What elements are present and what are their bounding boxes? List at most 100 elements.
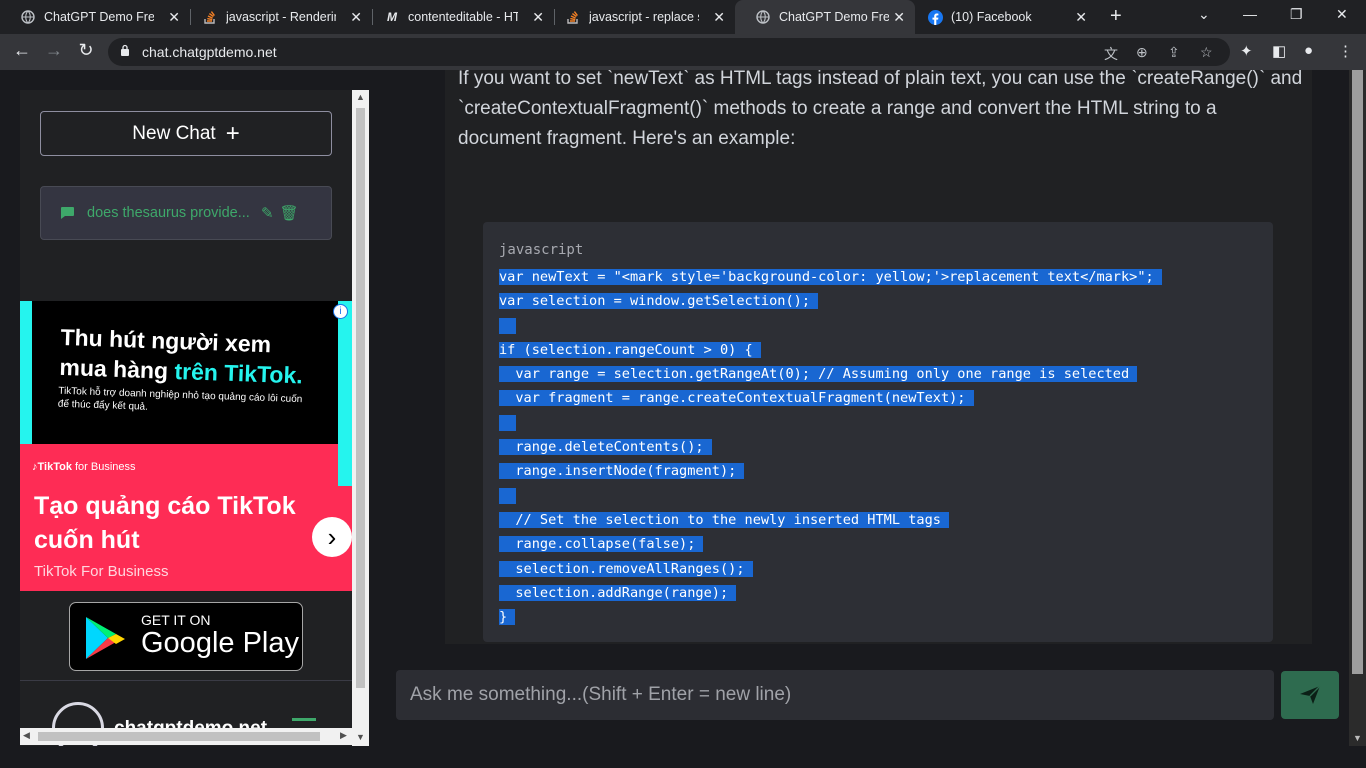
new-tab-button[interactable]: + [1110,5,1122,28]
message-text: If you want to set `newText` as HTML tag… [458,70,1303,149]
send-button[interactable] [1281,671,1339,719]
code-line: selection.addRange(range); [499,581,1162,605]
badge-line1: GET IT ON [141,612,211,628]
globe-icon [20,9,36,25]
ad-headline: Thu hút người xem mua hàng trên TikTok. [59,322,351,392]
back-arrow-icon[interactable]: ← [10,40,34,61]
code-line-text [499,317,517,334]
edit-pencil-icon[interactable]: ✎ [261,204,274,222]
code-line-text: range.insertNode(fragment); [499,463,745,480]
close-tab-icon[interactable]: ✕ [1075,9,1087,26]
globe-icon [755,9,771,25]
zoom-icon[interactable]: ⊕ [1136,44,1148,61]
tab-5[interactable]: (10) Facebook ✕ [907,0,1097,34]
code-language: javascript [499,242,584,258]
close-tab-icon[interactable]: ✕ [713,9,725,26]
scroll-down-arrow-icon[interactable]: ▼ [1353,733,1362,743]
code-line-text: var fragment = range.createContextualFra… [499,390,974,407]
badge-line2: Google Play [141,627,299,659]
close-tab-icon[interactable]: ✕ [168,9,180,26]
tab-3[interactable]: javascript - replace str ✕ [545,0,735,34]
ad-brand-name: TikTok [37,461,72,473]
tab-strip: ChatGPT Demo Free ✕ javascript - Renderi… [0,0,1366,34]
tab-1[interactable]: javascript - Rendering ✕ [182,0,372,34]
bookmark-star-icon[interactable]: ☆ [1200,44,1213,61]
divider [20,680,352,681]
tab-title: (10) Facebook [951,10,1032,24]
code-line-text [499,414,517,431]
address-bar[interactable]: chat.chatgptdemo.net 文 ⊕ ⇪ ☆ [108,38,1230,66]
code-line: } [499,605,1162,629]
code-line-text: range.collapse(false); [499,536,704,553]
code-line-text: var range = selection.getRangeAt(0); // … [499,366,1138,383]
close-tab-icon[interactable]: ✕ [532,9,544,26]
share-icon[interactable]: ⇪ [1168,44,1180,61]
ad-info-icon[interactable]: i [333,304,348,319]
scroll-left-arrow-icon[interactable]: ◀ [23,730,30,741]
extensions-puzzle-icon[interactable]: ✦ [1240,42,1253,60]
tiktok-ad-banner[interactable]: Thu hút người xem mua hàng trên TikTok. … [20,301,352,591]
code-line-text: selection.removeAllRanges(); [499,560,753,577]
paper-plane-icon [1300,685,1321,704]
code-line-text: } [499,609,516,626]
close-tab-icon[interactable]: ✕ [350,9,362,26]
google-play-badge[interactable]: GET IT ON Google Play [69,602,303,671]
side-panel-icon[interactable]: ◧ [1272,42,1286,60]
code-line-text: // Set the selection to the newly insert… [499,511,949,528]
tab-0[interactable]: ChatGPT Demo Free ✕ [0,0,190,34]
forward-arrow-icon[interactable]: → [42,40,66,61]
scroll-right-arrow-icon[interactable]: ▶ [340,730,347,741]
code-line-text: var selection = window.getSelection(); [499,293,818,310]
ad-big-text: Tạo quảng cáo TikTok cuốn hút [34,492,296,554]
minimize-icon[interactable]: — [1243,6,1257,22]
tab-title: contenteditable - HTM [408,10,518,24]
scrollbar-thumb[interactable] [38,732,320,741]
code-line: var selection = window.getSelection(); [499,289,1162,313]
scrollbar-thumb[interactable] [1352,70,1363,674]
page-scrollbar[interactable]: ▼ [1349,70,1366,746]
tab-title: javascript - replace str [589,10,699,24]
plus-icon: + [225,119,240,147]
facebook-icon [927,9,943,25]
sidebar-horizontal-scrollbar[interactable]: ◀ ▶ [20,728,352,745]
tab-4-active[interactable]: ChatGPT Demo Free ✕ [735,0,915,34]
translate-icon[interactable]: 文 [1104,44,1118,64]
new-chat-label: New Chat [132,122,216,144]
code-block: javascript var newText = "<mark style='b… [483,222,1273,642]
sidebar: New Chat + does thesaurus provide... ✎ 🗑… [20,90,352,746]
ad-cyan-stripe [20,301,32,444]
scroll-down-arrow-icon[interactable]: ▼ [356,732,365,742]
chat-input-box[interactable] [396,670,1274,720]
mdn-icon: M [387,10,397,24]
menu-kebab-icon[interactable]: ⋮ [1338,42,1353,60]
profile-icon[interactable]: ● [1304,42,1313,59]
assistant-message: If you want to set `newText` as HTML tag… [445,70,1312,644]
new-chat-button[interactable]: New Chat + [40,111,332,156]
sidebar-vertical-scrollbar[interactable]: ▲ ▼ [352,90,369,746]
code-line: // Set the selection to the newly insert… [499,508,1162,532]
browser-toolbar: ← → ↻ chat.chatgptdemo.net 文 ⊕ ⇪ ☆ ✦ ◧ ●… [0,34,1366,70]
restore-icon[interactable]: ❐ [1290,6,1303,23]
code-line [499,484,1162,508]
ad-next-arrow-icon[interactable]: › [312,517,352,557]
close-tab-icon[interactable]: ✕ [893,9,905,26]
hamburger-menu-icon[interactable] [292,718,316,721]
scroll-up-arrow-icon[interactable]: ▲ [356,92,365,102]
scrollbar-thumb[interactable] [356,108,365,688]
code-line [499,314,1162,338]
code-line: var range = selection.getRangeAt(0); // … [499,362,1162,386]
code-line: var fragment = range.createContextualFra… [499,386,1162,410]
chat-bubble-icon [61,207,74,219]
close-window-icon[interactable]: ✕ [1336,6,1348,23]
chat-input[interactable] [396,670,1274,720]
url-text: chat.chatgptdemo.net [142,44,277,60]
stackoverflow-icon [565,9,581,25]
google-play-icon [86,617,125,659]
tab-search-chevron-icon[interactable]: ⌄ [1198,6,1210,23]
tab-2[interactable]: M contenteditable - HTM ✕ [364,0,554,34]
code-content[interactable]: var newText = "<mark style='background-c… [499,265,1162,629]
reload-icon[interactable]: ↻ [74,40,98,61]
conversation-item[interactable]: does thesaurus provide... ✎ 🗑 [40,186,332,240]
ad-brand-suffix: for Business [71,461,136,473]
trash-icon[interactable]: 🗑 [280,204,299,222]
